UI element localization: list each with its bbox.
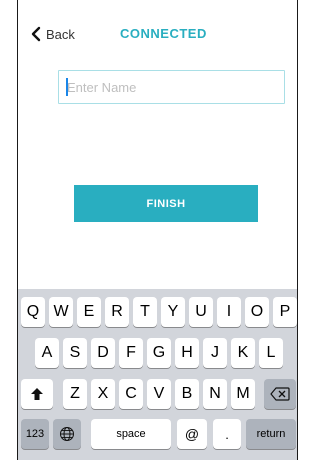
key-l[interactable]: L bbox=[259, 338, 283, 368]
key-q[interactable]: Q bbox=[21, 297, 45, 327]
at-key[interactable]: @ bbox=[177, 419, 207, 449]
key-j[interactable]: J bbox=[203, 338, 227, 368]
key-v[interactable]: V bbox=[147, 379, 171, 409]
delete-key[interactable] bbox=[264, 379, 296, 409]
shift-icon bbox=[31, 388, 43, 400]
key-e[interactable]: E bbox=[77, 297, 101, 327]
key-z[interactable]: Z bbox=[63, 379, 87, 409]
key-c[interactable]: C bbox=[119, 379, 143, 409]
key-f[interactable]: F bbox=[119, 338, 143, 368]
chevron-left-icon bbox=[31, 26, 41, 42]
back-button[interactable]: Back bbox=[30, 22, 75, 46]
key-r[interactable]: R bbox=[105, 297, 129, 327]
key-u[interactable]: U bbox=[189, 297, 213, 327]
key-o[interactable]: O bbox=[245, 297, 269, 327]
key-m[interactable]: M bbox=[231, 379, 255, 409]
text-cursor bbox=[66, 78, 68, 96]
key-h[interactable]: H bbox=[175, 338, 199, 368]
key-i[interactable]: I bbox=[217, 297, 241, 327]
space-key[interactable]: space bbox=[91, 419, 171, 449]
keyboard-row-4: 123 space @ . return bbox=[18, 419, 297, 449]
numbers-key[interactable]: 123 bbox=[21, 419, 49, 449]
page-title: CONNECTED bbox=[120, 26, 207, 41]
finish-button[interactable]: FINISH bbox=[74, 185, 258, 222]
key-k[interactable]: K bbox=[231, 338, 255, 368]
key-x[interactable]: X bbox=[91, 379, 115, 409]
key-b[interactable]: B bbox=[175, 379, 199, 409]
key-p[interactable]: P bbox=[273, 297, 297, 327]
back-label: Back bbox=[46, 26, 75, 42]
keyboard-row-2: A S D F G H J K L bbox=[18, 338, 297, 368]
phone-screen: Back CONNECTED FINISH Q W E R T Y U I O … bbox=[17, 0, 298, 460]
nav-bar: Back CONNECTED bbox=[18, 22, 297, 46]
keyboard-row-3: Z X C V B N M bbox=[18, 379, 297, 409]
key-t[interactable]: T bbox=[133, 297, 157, 327]
key-n[interactable]: N bbox=[203, 379, 227, 409]
key-y[interactable]: Y bbox=[161, 297, 185, 327]
key-g[interactable]: G bbox=[147, 338, 171, 368]
globe-key[interactable] bbox=[53, 419, 81, 449]
key-d[interactable]: D bbox=[91, 338, 115, 368]
name-input[interactable] bbox=[58, 70, 285, 104]
period-key[interactable]: . bbox=[213, 419, 241, 449]
key-w[interactable]: W bbox=[49, 297, 73, 327]
return-key[interactable]: return bbox=[246, 419, 296, 449]
keyboard-row-1: Q W E R T Y U I O P bbox=[18, 297, 297, 327]
shift-key[interactable] bbox=[21, 379, 53, 409]
delete-icon bbox=[270, 387, 290, 401]
globe-icon bbox=[60, 427, 74, 441]
keyboard: Q W E R T Y U I O P A S D F G H J K L Z … bbox=[18, 289, 297, 460]
key-a[interactable]: A bbox=[35, 338, 59, 368]
key-s[interactable]: S bbox=[63, 338, 87, 368]
